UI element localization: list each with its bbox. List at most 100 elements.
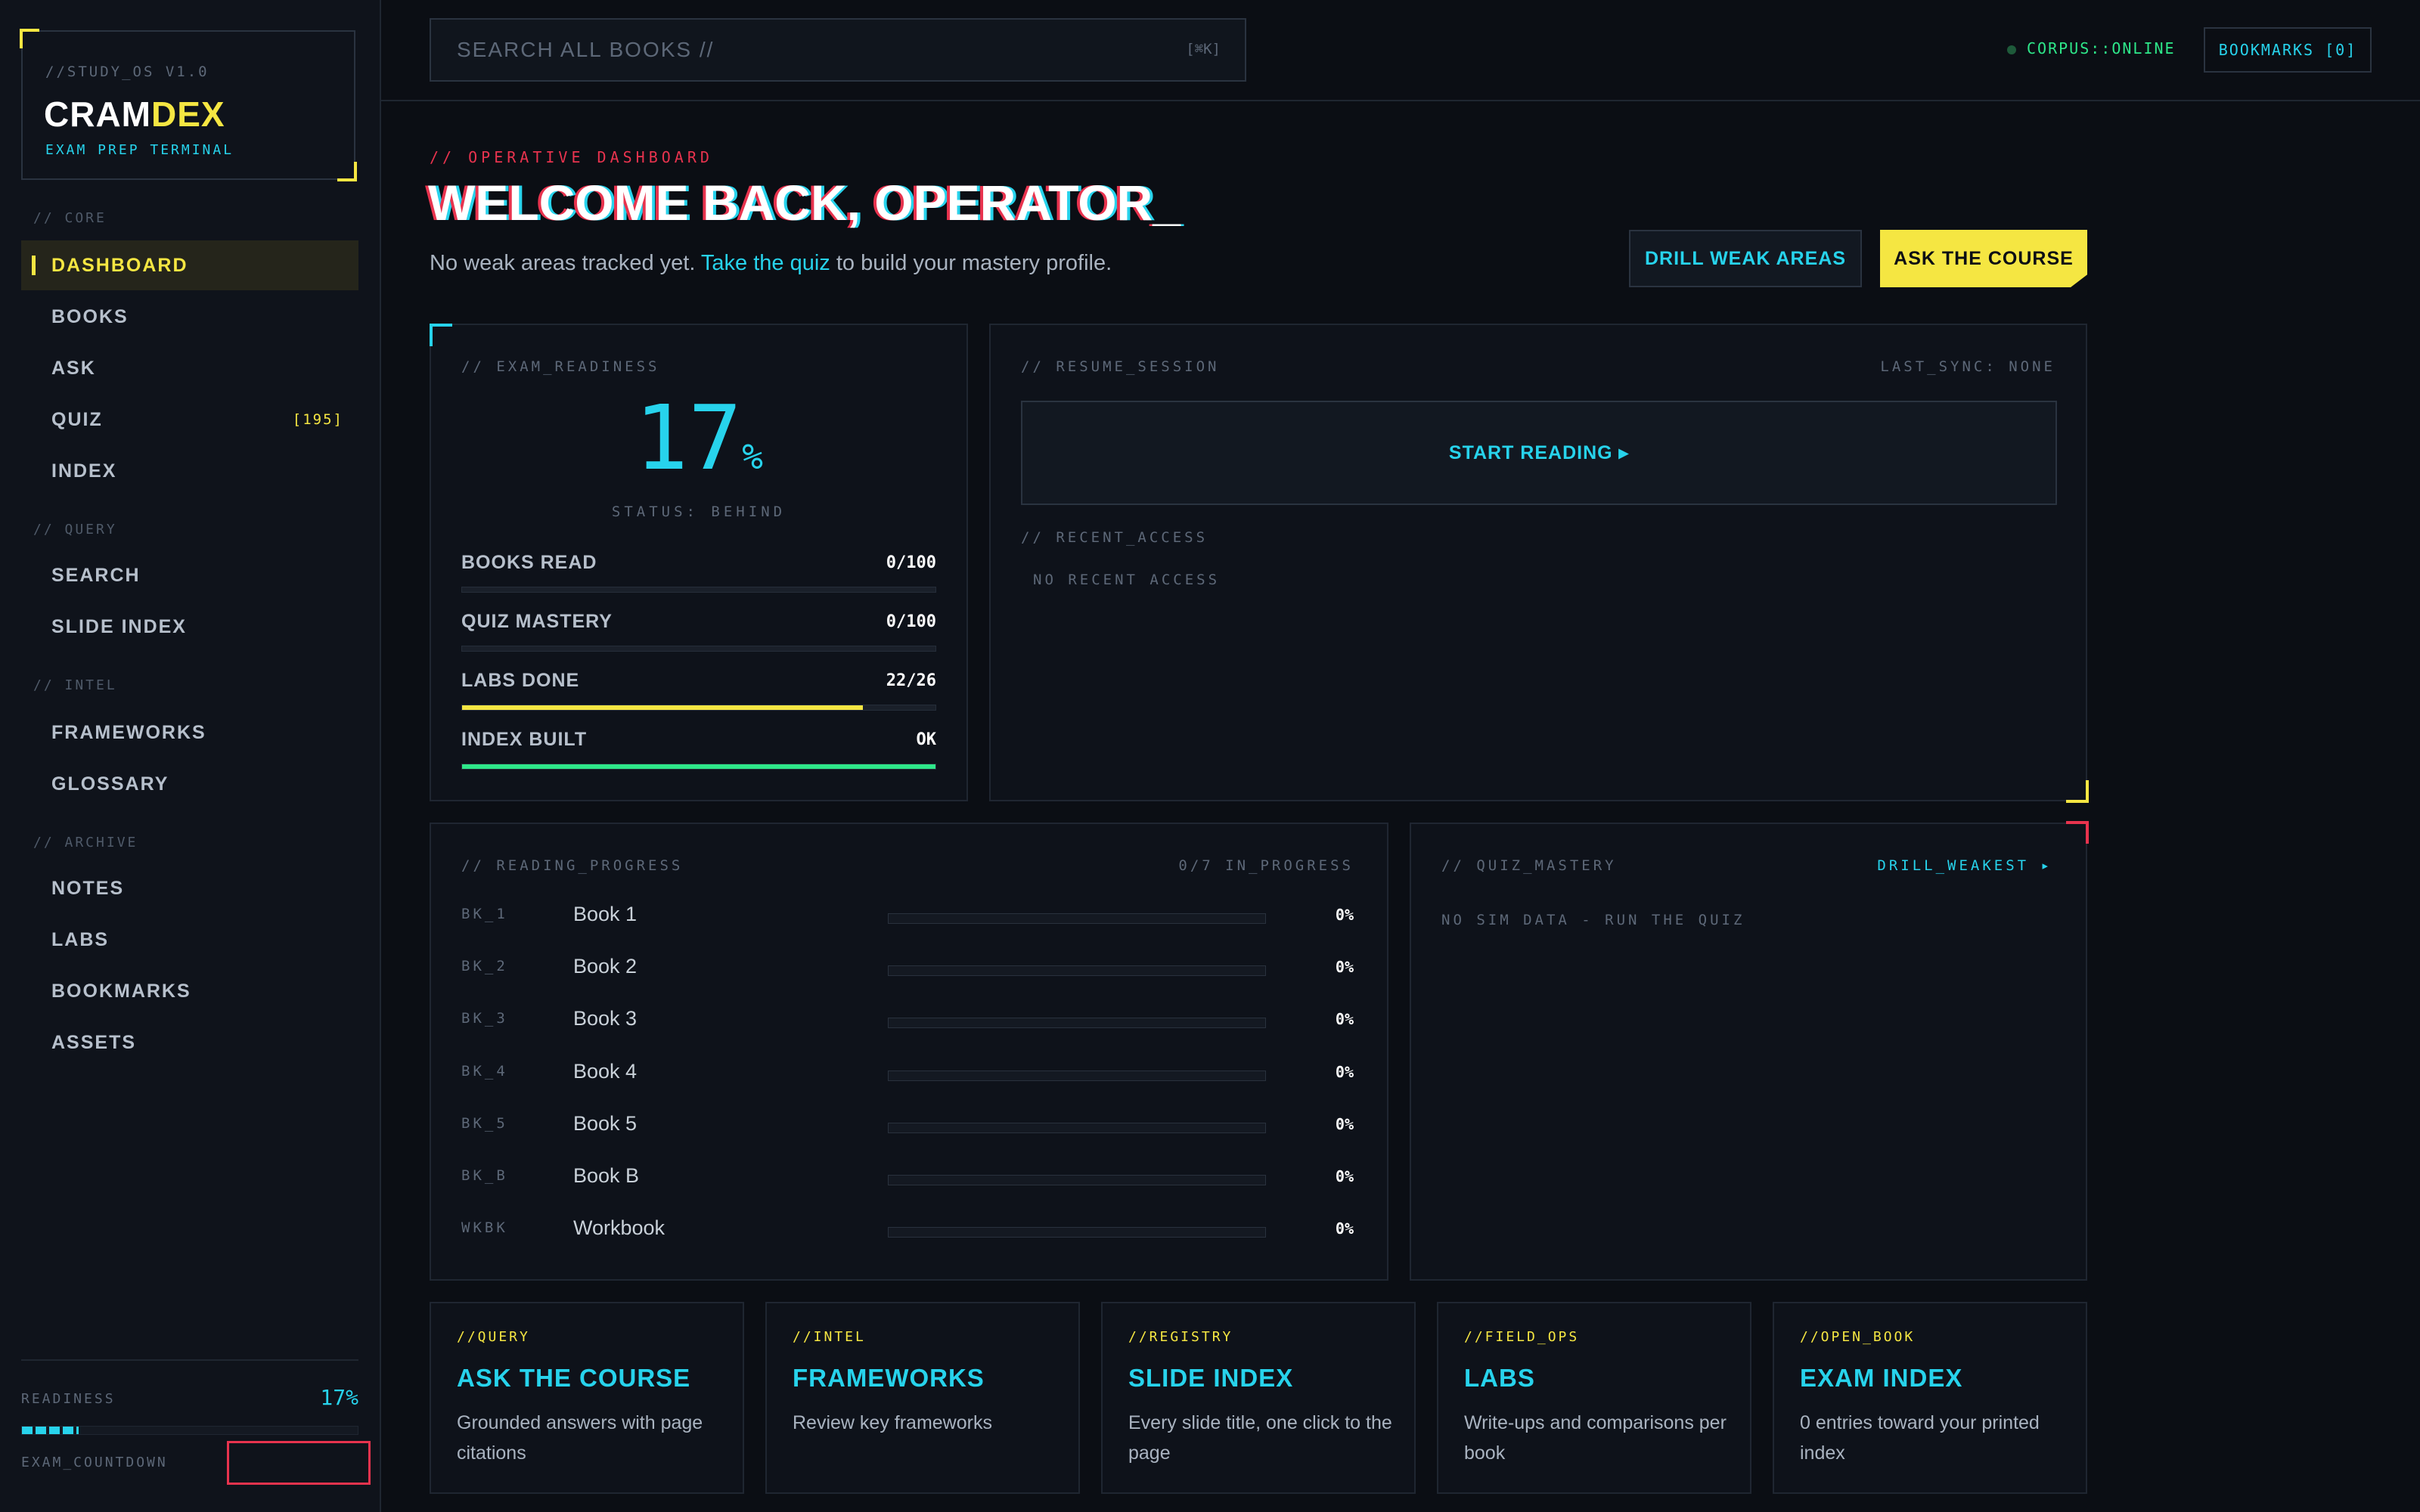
metric-bar (461, 764, 936, 770)
book-name: Book 4 (573, 1060, 638, 1083)
card-labs[interactable]: //FIELD_OPS LABS Write-ups and compariso… (1437, 1302, 1751, 1494)
readiness-value: 17% (320, 1385, 358, 1410)
book-code: BK_5 (461, 1115, 508, 1132)
card-ask-the-course[interactable]: //QUERY ASK THE COURSE Grounded answers … (430, 1302, 744, 1494)
book-percent: 0% (1335, 1219, 1354, 1238)
panel-label: // EXAM_READINESS (461, 358, 660, 375)
metric-bar (461, 705, 936, 711)
sidebar-item-quiz[interactable]: QUIZ [195] (21, 395, 358, 445)
card-description: Write-ups and comparisons per book (1464, 1412, 1727, 1464)
page-subtitle: No weak areas tracked yet. Take the quiz… (430, 251, 1112, 276)
sidebar-item-label: ASK (51, 358, 96, 379)
sidebar-item-frameworks[interactable]: FRAMEWORKS (21, 708, 358, 758)
card-title: LABS (1464, 1364, 1535, 1392)
sidebar-item-books[interactable]: BOOKS (21, 292, 358, 342)
readiness-status: STATUS: BEHIND (611, 503, 786, 520)
sidebar-item-label: BOOKMARKS (51, 981, 191, 1002)
start-reading-button[interactable]: START READING ▸ (1021, 401, 2057, 505)
metric-label: INDEX BUILT (461, 729, 588, 750)
metric-bar-fill (462, 764, 935, 769)
card-title: FRAMEWORKS (793, 1364, 985, 1392)
book-percent: 0% (1335, 1010, 1354, 1028)
list-item[interactable]: WKBK Workbook 0% (431, 1207, 1387, 1253)
exam-readiness-panel: // EXAM_READINESS 17% STATUS: BEHIND BOO… (430, 324, 968, 801)
page-title: WELCOME BACK, OPERATOR_ (428, 175, 1181, 231)
sidebar-item-slide-index[interactable]: SLIDE INDEX (21, 602, 358, 652)
status-dot-icon (2007, 45, 2016, 54)
list-item[interactable]: BK_5 Book 5 0% (431, 1103, 1387, 1148)
sidebar-item-label: SEARCH (51, 565, 141, 586)
quiz-mastery-panel: // QUIZ_MASTERY DRILL_WEAKEST ▸ NO SIM D… (1410, 821, 2089, 1281)
panel-label: // READING_PROGRESS (461, 857, 684, 874)
card-slide-index[interactable]: //REGISTRY SLIDE INDEX Every slide title… (1101, 1302, 1416, 1494)
drill-weak-areas-button[interactable]: DRILL WEAK AREAS (1629, 230, 1862, 287)
book-progress-bar (888, 965, 1266, 976)
metric-label: QUIZ MASTERY (461, 611, 613, 632)
list-item[interactable]: BK_B Book B 0% (431, 1155, 1387, 1201)
sidebar-item-glossary[interactable]: GLOSSARY (21, 759, 358, 809)
book-name: Book 3 (573, 1007, 638, 1030)
sidebar-item-label: LABS (51, 929, 110, 950)
take-quiz-link[interactable]: Take the quiz (701, 251, 830, 275)
card-description: Every slide title, one click to the page (1128, 1412, 1392, 1464)
metric-value: 22/26 (886, 671, 936, 690)
divider (21, 1359, 358, 1361)
brand-logo[interactable]: CRAMDEX (44, 94, 225, 135)
sidebar-item-dashboard[interactable]: DASHBOARD (21, 240, 358, 290)
readiness-percent: 17% (431, 393, 966, 482)
page-kicker: // OPERATIVE DASHBOARD (430, 148, 713, 166)
search-box: [⌘K] (430, 18, 1246, 82)
book-percent: 0% (1335, 906, 1354, 924)
sidebar-item-index[interactable]: INDEX (21, 446, 358, 496)
book-name: Book 5 (573, 1112, 638, 1135)
sidebar-item-label: QUIZ (51, 409, 103, 430)
metric-label: BOOKS READ (461, 552, 597, 573)
nav-section-core: // CORE (33, 210, 107, 226)
book-code: WKBK (461, 1219, 508, 1236)
book-progress-bar (888, 1018, 1266, 1028)
nav-section-archive: // ARCHIVE (33, 835, 138, 850)
brand-name-a: CRAM (44, 94, 151, 134)
sidebar-item-search[interactable]: SEARCH (21, 550, 358, 600)
brand-block: //STUDY_OS V1.0 CRAMDEX EXAM PREP TERMIN… (20, 29, 357, 181)
sidebar-item-notes[interactable]: NOTES (21, 863, 358, 913)
sidebar-item-labs[interactable]: LABS (21, 915, 358, 965)
sidebar-item-assets[interactable]: ASSETS (21, 1018, 358, 1067)
book-code: BK_2 (461, 958, 508, 974)
card-kicker: //REGISTRY (1128, 1329, 1233, 1345)
sidebar-item-label: INDEX (51, 460, 117, 482)
quiz-empty-text: NO SIM DATA - RUN THE QUIZ (1441, 912, 1745, 928)
metric-label: LABS DONE (461, 670, 580, 691)
metric-value: 0/100 (886, 612, 936, 631)
recent-empty-text: NO RECENT ACCESS (1033, 572, 1221, 588)
brand-version: //STUDY_OS V1.0 (45, 64, 209, 80)
drill-weakest-link[interactable]: DRILL_WEAKEST ▸ (1877, 857, 2052, 874)
card-kicker: //OPEN_BOOK (1800, 1329, 1916, 1345)
brand-name-b: DEX (150, 94, 225, 134)
card-frameworks[interactable]: //INTEL FRAMEWORKS Review key frameworks (765, 1302, 1080, 1494)
topbar: [⌘K] CORPUS::ONLINE BOOKMARKS [0] (381, 0, 2420, 101)
card-description: Grounded answers with page citations (457, 1412, 703, 1464)
card-exam-index[interactable]: //OPEN_BOOK EXAM INDEX 0 entries toward … (1773, 1302, 2087, 1494)
card-title: ASK THE COURSE (457, 1364, 691, 1392)
book-code: BK_4 (461, 1063, 508, 1080)
search-shortcut-hint: [⌘K] (1186, 41, 1221, 57)
metric-bar (461, 646, 936, 652)
bookmarks-button[interactable]: BOOKMARKS [0] (2204, 27, 2372, 73)
book-progress-bar (888, 1070, 1266, 1081)
search-input[interactable] (431, 20, 1245, 80)
ask-the-course-button[interactable]: ASK THE COURSE (1880, 230, 2087, 287)
list-item[interactable]: BK_1 Book 1 0% (431, 894, 1387, 939)
book-percent: 0% (1335, 1167, 1354, 1185)
card-description: Review key frameworks (793, 1412, 992, 1433)
sidebar-item-ask[interactable]: ASK (21, 343, 358, 393)
sidebar-item-bookmarks[interactable]: BOOKMARKS (21, 966, 358, 1016)
list-item[interactable]: BK_2 Book 2 0% (431, 946, 1387, 991)
reading-summary: 0/7 IN_PROGRESS (1178, 857, 1354, 874)
list-item[interactable]: BK_3 Book 3 0% (431, 998, 1387, 1043)
book-name: Book 1 (573, 903, 638, 925)
exam-countdown-box[interactable] (227, 1441, 371, 1485)
panel-label: // RESUME_SESSION (1021, 358, 1220, 375)
resume-session-panel: // RESUME_SESSION LAST_SYNC: NONE START … (989, 324, 2089, 803)
list-item[interactable]: BK_4 Book 4 0% (431, 1051, 1387, 1096)
